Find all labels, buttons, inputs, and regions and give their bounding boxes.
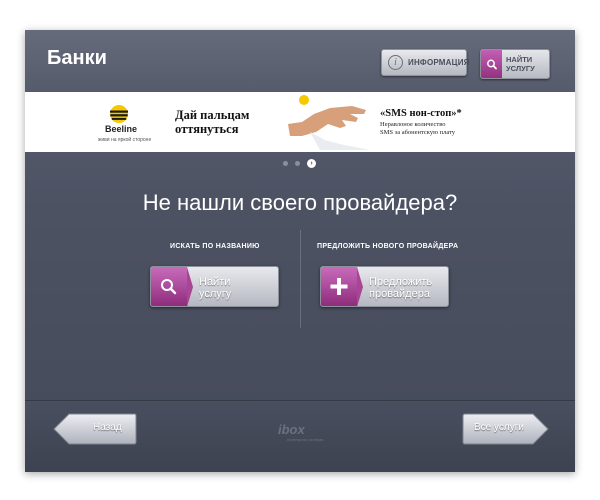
suggest-provider-label: ПРЕДЛОЖИТЬ НОВОГО ПРОВАЙДЕРА [317,243,459,250]
carousel-dot[interactable] [295,161,300,166]
brand-slogan: живи на яркой стороне [98,137,152,143]
offer-title: «SMS нон-стоп»* [380,108,462,119]
back-button[interactable]: Назад [53,413,137,445]
header-bar: Банки i ИНФОРМАЦИЯ НАЙТИ УСЛУГУ [25,30,575,92]
ad-hand-image [288,95,370,150]
back-label: Назад [93,422,122,433]
info-icon: i [388,55,403,70]
find-service-button[interactable]: НАЙТИ УСЛУГУ [480,49,550,79]
provider-question: Не нашли своего провайдера? [142,190,458,215]
search-icon [481,50,502,78]
page-title: Банки [47,47,107,69]
carousel-dot[interactable] [283,161,288,166]
ad-banner[interactable]: Beeline живи на яркой стороне Дай пальца… [25,92,575,152]
find-service-main-button[interactable]: Найти услугу [150,266,279,307]
ibox-logo-subtitle: платежная система [287,437,324,442]
kiosk-screen: Банки i ИНФОРМАЦИЯ НАЙТИ УСЛУГУ Beeline … [25,30,575,472]
info-button[interactable]: i ИНФОРМАЦИЯ [381,49,470,76]
find-service-main-label: Найти услугу [199,276,232,300]
find-service-label: НАЙТИ УСЛУГУ [506,55,535,73]
ibox-logo: ibox [278,422,305,437]
column-divider [300,230,301,328]
plus-icon [321,267,363,306]
info-button-label: ИНФОРМАЦИЯ [408,58,470,67]
ad-headline: Дай пальцам оттянуться [175,108,250,136]
all-services-label: Все услуги [474,422,524,433]
carousel-next-icon[interactable]: › [307,159,316,168]
all-services-button[interactable]: Все услуги [462,413,549,445]
suggest-provider-button-label: Предложить провайдера [369,276,433,300]
search-by-name-label: ИСКАТЬ ПО НАЗВАНИЮ [170,243,260,250]
search-icon [151,267,193,306]
suggest-provider-button[interactable]: Предложить провайдера [320,266,449,307]
brand-name: Beeline [105,124,138,134]
offer-description: Неравлоное количество SMS за абонентскую… [380,121,456,136]
